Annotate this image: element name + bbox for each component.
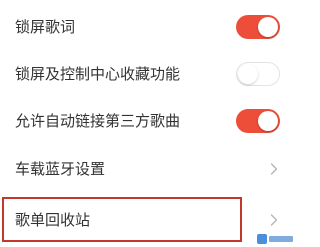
watermark-logo-text <box>269 235 293 242</box>
chevron-right-icon <box>270 214 278 226</box>
setting-row-lockscreen-lyrics: 锁屏歌词 <box>0 3 295 51</box>
highlight-annotation-box <box>2 197 242 242</box>
toggle-knob <box>258 17 278 37</box>
toggle-knob <box>238 64 258 84</box>
setting-label-lockscreen-lyrics: 锁屏歌词 <box>15 18 76 36</box>
lockscreen-lyrics-toggle[interactable] <box>236 15 280 39</box>
setting-label-car-bluetooth: 车载蓝牙设置 <box>15 160 106 178</box>
auto-link-third-party-toggle[interactable] <box>236 109 280 133</box>
lockscreen-favorite-toggle[interactable] <box>236 62 280 86</box>
watermark-logo-mark <box>257 233 267 244</box>
watermark-logo <box>257 233 293 244</box>
chevron-right-icon <box>270 163 278 175</box>
toggle-knob <box>258 111 278 131</box>
setting-label-lockscreen-favorite: 锁屏及控制中心收藏功能 <box>15 65 181 83</box>
setting-row-lockscreen-favorite: 锁屏及控制中心收藏功能 <box>0 50 295 98</box>
setting-row-car-bluetooth[interactable]: 车载蓝牙设置 <box>0 145 295 193</box>
setting-label-auto-link-third-party: 允许自动链接第三方歌曲 <box>15 112 181 130</box>
settings-page: 锁屏歌词 锁屏及控制中心收藏功能 允许自动链接第三方歌曲 车载蓝牙设置 歌单回收… <box>0 0 295 247</box>
setting-row-auto-link-third-party: 允许自动链接第三方歌曲 <box>0 97 295 145</box>
